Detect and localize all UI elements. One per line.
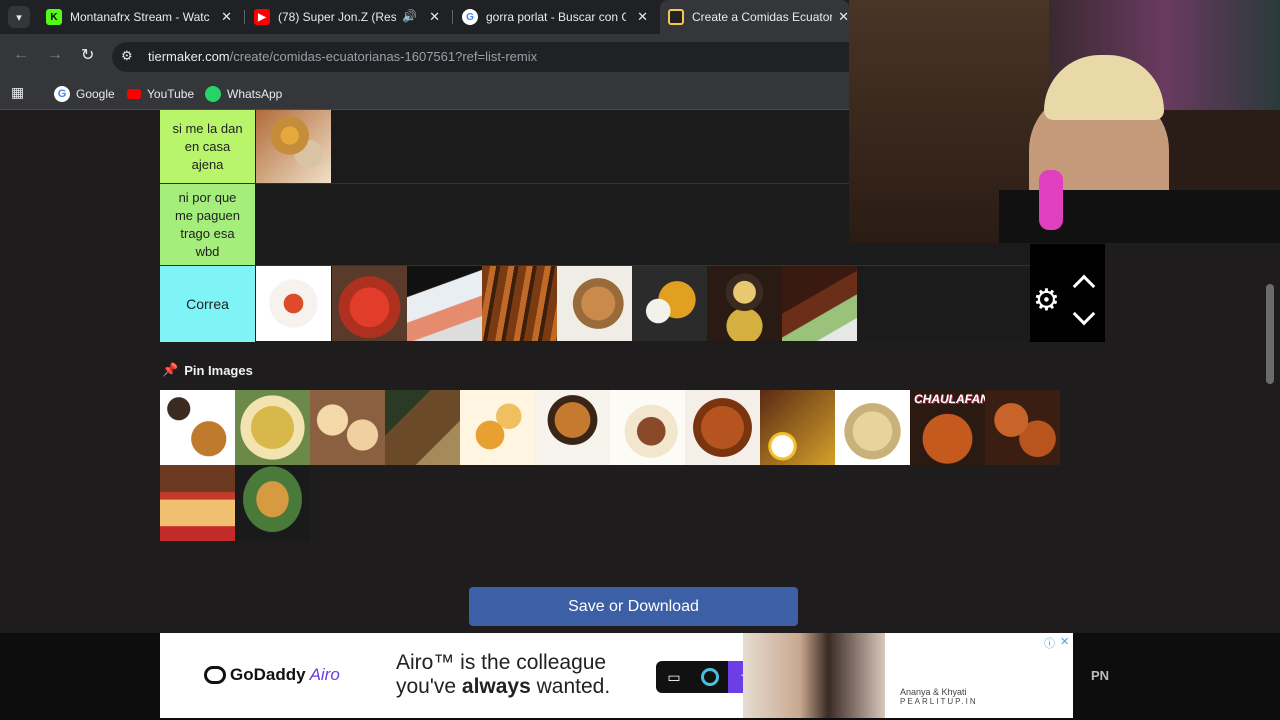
close-icon[interactable]: ✕ — [637, 9, 648, 25]
speaker-icon[interactable]: 🔊 — [402, 9, 417, 23]
ad-side-text: PN — [1091, 668, 1110, 683]
food-image[interactable] — [557, 266, 632, 341]
food-image[interactable] — [310, 390, 385, 465]
tiermaker-icon — [668, 9, 684, 25]
window-icon: ▭ — [667, 668, 681, 685]
tier-row: Correa — [160, 266, 1105, 342]
youtube-icon — [127, 89, 141, 99]
ad-photo — [743, 633, 885, 718]
tab-kick[interactable]: K Montanafrx Stream - Watch ✕ — [38, 0, 242, 34]
pushpin-icon: 📌 — [162, 362, 179, 377]
bookmark-youtube[interactable]: YouTube — [127, 84, 194, 104]
kick-icon: K — [46, 9, 62, 25]
back-arrow-icon[interactable]: ← — [13, 46, 29, 64]
food-image[interactable] — [760, 390, 835, 465]
tab-bar: ▾ K Montanafrx Stream - Watch ✕ ▶ (78) S… — [0, 0, 849, 34]
food-image[interactable] — [256, 266, 331, 341]
webcam-mic — [1039, 170, 1063, 230]
tab-youtube[interactable]: ▶ (78) Super Jon.Z (Reside 🔊 ✕ — [246, 0, 450, 34]
ad-info-icon[interactable]: ⓘ — [1044, 635, 1055, 651]
chevron-up-icon[interactable] — [1072, 274, 1096, 298]
youtube-icon: ▶ — [254, 9, 270, 25]
gear-icon[interactable]: ⚙ — [1033, 286, 1060, 316]
food-image[interactable] — [235, 465, 310, 541]
page-scrollbar[interactable] — [1266, 284, 1274, 384]
tab-search-button[interactable]: ▾ — [8, 6, 30, 28]
apps-grid-icon[interactable]: ▦ — [11, 84, 24, 101]
forward-arrow-icon[interactable]: → — [47, 46, 63, 64]
ad-headline: Airo™ is the colleague you've always wan… — [396, 651, 611, 698]
food-image[interactable] — [782, 266, 857, 341]
site-settings-icon[interactable]: ⚙ — [121, 48, 133, 64]
close-icon[interactable]: ✕ — [221, 9, 232, 25]
google-icon: G — [54, 86, 70, 102]
food-image[interactable] — [610, 390, 685, 465]
reload-icon[interactable]: ↻ — [81, 45, 94, 65]
ring-icon — [701, 668, 719, 686]
ad-banner[interactable]: GoDaddy Airo Airo™ is the colleague you'… — [160, 633, 1073, 718]
food-image[interactable] — [535, 390, 610, 465]
food-image[interactable] — [632, 266, 707, 341]
food-image[interactable] — [235, 390, 310, 465]
tier-label[interactable]: Correa — [160, 266, 255, 342]
food-image[interactable] — [482, 266, 557, 341]
food-image[interactable] — [707, 266, 782, 341]
webcam-overlay — [849, 0, 1280, 243]
tab-google-search[interactable]: G gorra porlat - Buscar con Go ✕ — [454, 0, 658, 34]
food-image[interactable] — [256, 110, 331, 183]
food-image[interactable] — [685, 390, 760, 465]
food-image[interactable] — [985, 390, 1060, 465]
tier-label[interactable]: ni por que me paguen trago esa wbd — [160, 184, 255, 265]
tier-controls: ⚙ — [1030, 244, 1105, 342]
chevron-down-icon[interactable] — [1072, 302, 1096, 326]
google-icon: G — [462, 9, 478, 25]
food-image[interactable] — [160, 390, 235, 465]
food-image[interactable] — [385, 390, 460, 465]
save-download-button[interactable]: Save or Download — [469, 587, 798, 626]
tab-tiermaker[interactable]: Create a Comidas Ecuatorian ✕ — [660, 0, 849, 34]
food-image[interactable]: CHAULAFAN — [910, 390, 989, 465]
food-image[interactable] — [407, 266, 482, 341]
url-text[interactable]: tiermaker.com/create/comidas-ecuatoriana… — [148, 49, 537, 64]
bookmark-whatsapp[interactable]: WhatsApp — [205, 84, 282, 104]
ad-credit: Ananya & Khyati PEARLITUP.IN — [900, 687, 978, 706]
food-caption: CHAULAFAN — [914, 392, 989, 406]
whatsapp-icon — [205, 86, 221, 102]
close-icon[interactable]: ✕ — [838, 9, 849, 25]
food-image[interactable] — [835, 390, 910, 465]
tier-label[interactable]: si me la dan en casa ajena — [160, 110, 255, 183]
food-image[interactable] — [460, 390, 535, 465]
godaddy-logo: GoDaddy Airo — [204, 665, 340, 685]
food-image[interactable] — [332, 266, 407, 341]
food-image[interactable] — [160, 465, 235, 541]
close-icon[interactable]: ✕ — [429, 9, 440, 25]
image-pool: CHAULAFAN — [160, 390, 1065, 541]
ad-close-icon[interactable]: ✕ — [1060, 635, 1069, 648]
pin-images-header: 📌 Pin Images — [162, 362, 253, 378]
bookmark-google[interactable]: G Google — [54, 84, 115, 104]
godaddy-icon — [204, 666, 226, 684]
